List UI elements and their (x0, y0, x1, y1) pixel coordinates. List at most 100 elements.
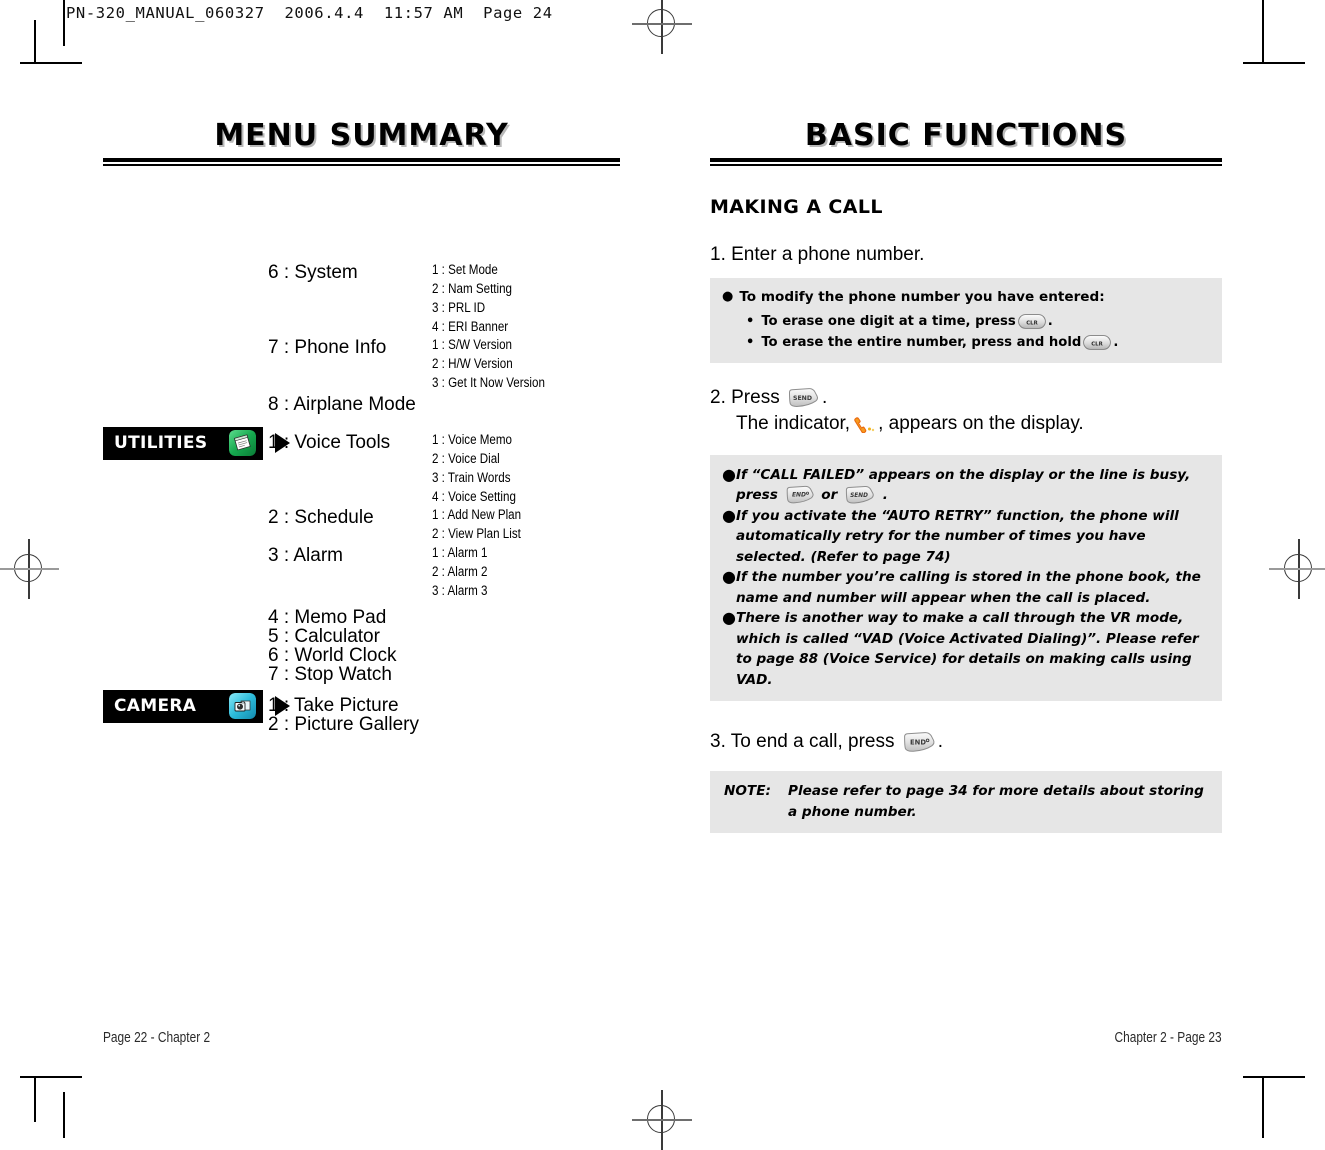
end-key-icon: END (785, 485, 815, 505)
camera-icon (229, 692, 256, 719)
prepress-slug: PN-320_MANUAL_060327 2006.4.4 11:57 AM P… (66, 4, 553, 22)
title-rule-thin-right (710, 164, 1222, 166)
menu-subitem: 2 : Nam Setting (432, 280, 513, 296)
svg-text:END: END (791, 492, 805, 499)
menu-sublist: 1 : Alarm 1 2 : Alarm 2 3 : Alarm 3 (432, 543, 487, 600)
page-edge-left (34, 20, 36, 64)
bullet-dot-icon: ● (722, 288, 734, 304)
note-item: ● There is another way to make a call th… (722, 608, 1212, 690)
phone-handset-icon (852, 413, 876, 441)
info-box-item-text: To erase the entire number, press and ho… (761, 332, 1118, 353)
step-2-line2: The indicator, , appears on the display. (710, 411, 1222, 441)
menu-row: 8 : Airplane Mode (268, 392, 416, 417)
note-item-text: If the number you’re calling is stored i… (735, 569, 1201, 606)
category-badge-utilities: UTILITIES (103, 426, 263, 460)
note-item: ● If “CALL FAILED” appears on the displa… (722, 465, 1212, 506)
step-2-line2-before: The indicator, (736, 412, 851, 434)
bullet-square-icon: • (746, 334, 755, 350)
info-box-item: • To erase one digit at a time, press CLR… (722, 311, 1210, 332)
crop-mark-bottom-left-h (20, 1076, 82, 1078)
step-3-text: 3. To end a call, press END. (710, 729, 1222, 755)
menu-subitem: 1 : Voice Memo (432, 431, 513, 447)
svg-text:SEND: SEND (850, 493, 868, 499)
menu-row: 3 : Alarm 1 : Alarm 1 2 : Alarm 2 3 : Al… (268, 543, 497, 600)
category-label-camera: CAMERA (114, 696, 197, 716)
title-rule-thick (103, 158, 620, 162)
menu-subitem: 3 : Get It Now Version (432, 374, 545, 390)
info-box-item-text: To erase one digit at a time, press CLR. (761, 311, 1052, 332)
menu-subitem: 4 : Voice Setting (432, 488, 516, 504)
step-3-after: . (937, 731, 944, 752)
menu-sublist: 1 : S/W Version 2 : H/W Version 3 : Get … (432, 335, 545, 392)
menu-label: 7 : Stop Watch (268, 663, 392, 685)
menu-subitem: 2 : H/W Version (432, 355, 513, 371)
footer-right-page-number: Chapter 2 - Page 23 (1114, 1030, 1222, 1046)
category-label-utilities: UTILITIES (114, 433, 208, 453)
menu-row: 1 : Voice Tools 1 : Voice Memo 2 : Voice… (268, 430, 530, 506)
info-box-modify-number: ● To modify the phone number you have en… (710, 277, 1222, 363)
send-key-icon: SEND (844, 485, 876, 505)
info-box-heading-row: ● To modify the phone number you have en… (722, 287, 1210, 307)
svg-text:CLR: CLR (1026, 320, 1038, 326)
menu-sublist: 1 : Set Mode 2 : Nam Setting 3 : PRL ID … (432, 260, 512, 336)
registration-mark-left (0, 539, 59, 599)
info-box-item: • To erase the entire number, press and … (722, 332, 1210, 353)
menu-subitem: 2 : View Plan List (432, 525, 521, 541)
info-box-item-after: . (1047, 313, 1053, 329)
menu-row: 7 : Stop Watch (268, 662, 392, 687)
note-label: NOTE: (724, 783, 771, 799)
menu-sublist: 1 : Add New Plan 2 : View Plan List (432, 505, 521, 543)
menu-row: 7 : Phone Info 1 : S/W Version 2 : H/W V… (268, 335, 563, 392)
menu-row: 6 : System 1 : Set Mode 2 : Nam Setting … (268, 260, 525, 336)
note-item: ● If you activate the “AUTO RETRY” funct… (722, 506, 1212, 568)
note-text: Please refer to page 34 for more details… (788, 783, 1204, 820)
page-edge-left-lower (34, 1078, 36, 1122)
info-box-item-before: To erase the entire number, press and ho… (761, 334, 1082, 350)
right-page-column: BASIC FUNCTIONS MAKING A CALL 1. Enter a… (710, 118, 1222, 833)
title-rule-thick-right (710, 158, 1222, 162)
svg-text:SEND: SEND (793, 394, 812, 401)
menu-subitem: 3 : Alarm 3 (432, 582, 488, 598)
step-2-line2-after: , appears on the display. (878, 412, 1084, 434)
menu-label: 8 : Airplane Mode (268, 393, 416, 415)
svg-text:END: END (910, 738, 926, 746)
bullet-dot-icon: ● (722, 567, 736, 586)
menu-subitem: 2 : Alarm 2 (432, 563, 488, 579)
menu-row: 2 : Picture Gallery (268, 712, 419, 737)
registration-mark-top (632, 0, 692, 54)
info-box-item-after: . (1113, 334, 1119, 350)
menu-label: 2 : Picture Gallery (268, 713, 419, 735)
step-2-line1-before: 2. Press (710, 386, 780, 408)
step-2-text: 2. Press SEND. The indicator, , appears o… (710, 385, 1222, 441)
crop-mark-top-right-v (1262, 0, 1264, 46)
clr-key-icon: CLR (1083, 334, 1112, 350)
crop-mark-bottom-right-h (1243, 1076, 1305, 1078)
bullet-square-icon: • (746, 313, 755, 329)
note-seg: or (816, 487, 843, 503)
menu-subitem: 2 : Voice Dial (432, 450, 500, 466)
bullet-dot-icon: ● (722, 464, 736, 484)
end-key-icon: END (902, 731, 936, 754)
crop-mark-top-right-h (1243, 62, 1305, 64)
menu-summary-list: UTILITIES CAMERA 6: System 1: Set Mode… (103, 192, 620, 735)
category-badge-camera: CAMERA (103, 689, 263, 723)
registration-mark-bottom (632, 1090, 692, 1150)
footer-left-page-number: Page 22 - Chapter 2 (103, 1030, 211, 1046)
clr-key-icon: CLR (1017, 313, 1046, 329)
crop-mark-bottom-right-v (1262, 1092, 1264, 1138)
registration-mark-right (1269, 539, 1325, 599)
note-box-storing-number: NOTE: Please refer to page 34 for more d… (710, 771, 1222, 833)
info-box-item-before: To erase one digit at a time, press (761, 313, 1016, 329)
note-item: ● If the number you’re calling is stored… (722, 567, 1212, 608)
crop-mark-top-left-h (20, 62, 82, 64)
note-item-text: If you activate the “AUTO RETRY” functio… (735, 507, 1179, 565)
menu-subitem: 1 : Add New Plan (432, 506, 522, 522)
menu-subitem: 4 : ERI Banner (432, 318, 509, 334)
note-item-text: If “CALL FAILED” appears on the display … (736, 465, 1212, 506)
menu-subitem: 1 : S/W Version (432, 336, 513, 352)
title-rule-thin (103, 164, 620, 166)
info-box-call-notes: ● If “CALL FAILED” appears on the displa… (710, 454, 1222, 701)
send-key-icon: SEND (787, 387, 820, 409)
svg-text:CLR: CLR (1092, 341, 1104, 347)
page-title-menu-summary: MENU SUMMARY (214, 118, 509, 153)
